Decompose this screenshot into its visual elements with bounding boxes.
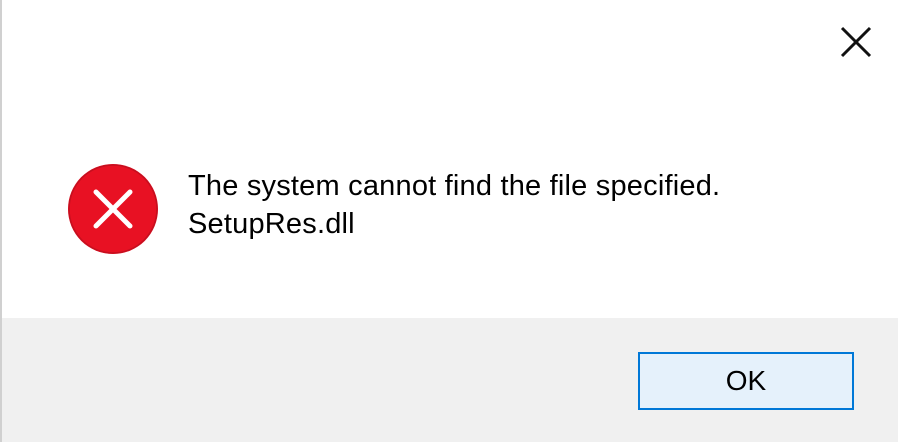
- dialog-footer: OK: [2, 318, 898, 442]
- ok-button[interactable]: OK: [638, 352, 854, 410]
- error-message-filename: SetupRes.dll: [188, 208, 355, 240]
- error-message-line1: The system cannot find the file specifie…: [188, 170, 721, 202]
- error-message: The system cannot find the file specifie…: [188, 167, 720, 243]
- close-button[interactable]: [828, 14, 884, 70]
- error-dialog: The system cannot find the file specifie…: [0, 0, 898, 442]
- close-icon: [840, 26, 872, 58]
- error-icon: [68, 164, 158, 254]
